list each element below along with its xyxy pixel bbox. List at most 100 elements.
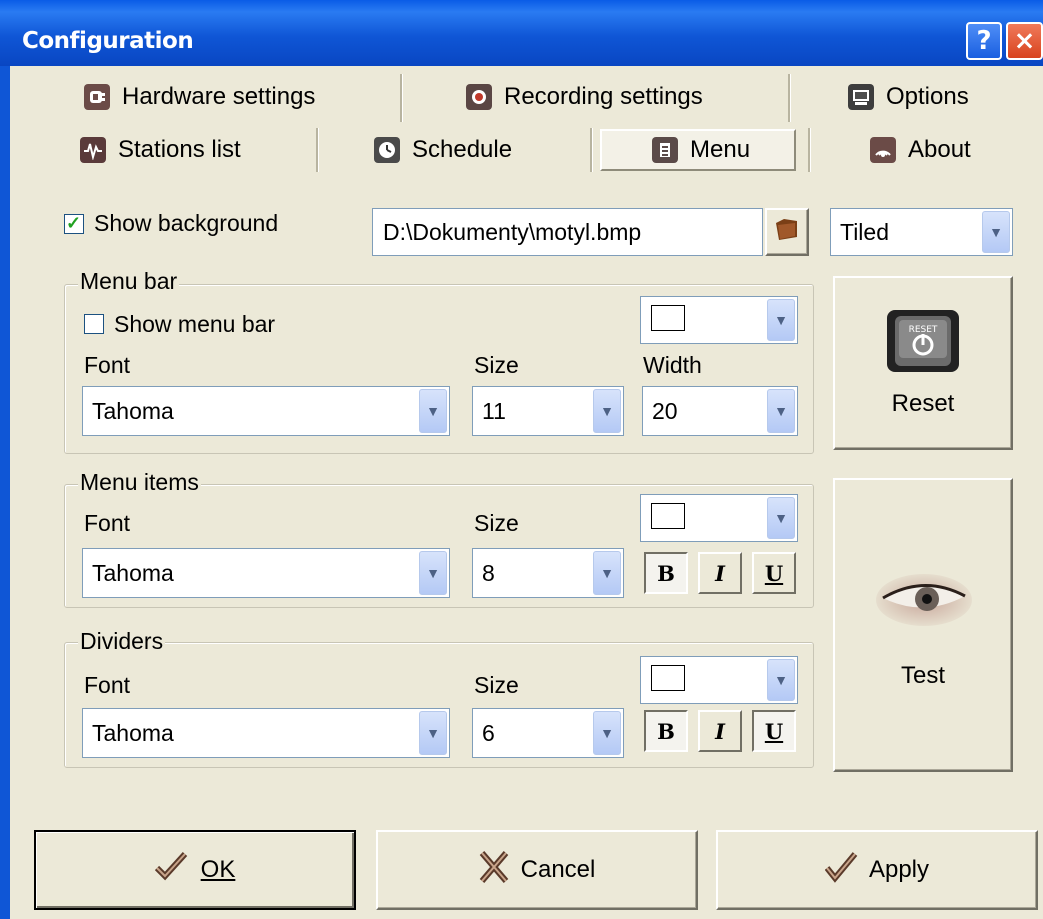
clock-icon bbox=[374, 137, 400, 163]
title-bar: Configuration ? × bbox=[0, 0, 1043, 66]
ok-label: OK bbox=[200, 856, 236, 883]
tab-divider bbox=[316, 128, 319, 172]
window-title: Configuration bbox=[22, 28, 194, 54]
tab-stations-list[interactable]: Stations list bbox=[80, 135, 241, 165]
dividers-font-label: Font bbox=[84, 672, 131, 698]
cross-icon bbox=[479, 850, 509, 891]
tab-divider bbox=[400, 74, 403, 122]
tab-hardware-settings[interactable]: Hardware settings bbox=[84, 82, 315, 112]
tab-menu[interactable]: Menu bbox=[600, 129, 797, 171]
menu-bar-size-select[interactable]: 11 ▼ bbox=[472, 386, 624, 436]
dividers-italic-button[interactable]: I bbox=[698, 710, 742, 752]
checkmark-icon: ✓ bbox=[66, 213, 82, 233]
ok-button[interactable]: OK bbox=[34, 830, 356, 910]
menu-bar-group-title: Menu bar bbox=[78, 268, 180, 295]
color-swatch bbox=[651, 305, 685, 331]
chevron-down-icon[interactable]: ▼ bbox=[593, 389, 621, 433]
chevron-down-icon[interactable]: ▼ bbox=[593, 551, 621, 595]
monitor-icon bbox=[848, 84, 874, 110]
menu-bar-width-select[interactable]: 20 ▼ bbox=[642, 386, 798, 436]
menu-items-italic-button[interactable]: I bbox=[698, 552, 742, 594]
menu-items-font-label: Font bbox=[84, 510, 131, 536]
reset-button[interactable]: RESET Reset bbox=[833, 276, 1013, 450]
browse-button[interactable] bbox=[765, 208, 809, 256]
font-value: Tahoma bbox=[92, 559, 174, 586]
folder-icon bbox=[773, 215, 801, 250]
cancel-button[interactable]: Cancel bbox=[376, 830, 698, 910]
dividers-color-select[interactable]: ▼ bbox=[640, 656, 798, 704]
chevron-down-icon[interactable]: ▼ bbox=[767, 299, 795, 341]
test-label: Test bbox=[900, 662, 945, 689]
waveform-icon bbox=[80, 137, 106, 163]
tab-label: Options bbox=[886, 83, 969, 110]
checkmark-icon bbox=[824, 850, 859, 891]
dividers-underline-button[interactable]: U bbox=[752, 710, 796, 752]
tab-label: Recording settings bbox=[504, 83, 703, 110]
menu-icon bbox=[652, 137, 678, 163]
show-background-label: Show background bbox=[94, 210, 279, 236]
font-value: Tahoma bbox=[92, 397, 174, 424]
chevron-down-icon[interactable]: ▼ bbox=[767, 497, 795, 539]
menu-bar-size-label: Size bbox=[474, 352, 519, 378]
menu-items-underline-button[interactable]: U bbox=[752, 552, 796, 594]
chevron-down-icon[interactable]: ▼ bbox=[767, 659, 795, 701]
close-button[interactable]: × bbox=[1006, 22, 1043, 60]
menu-items-size-label: Size bbox=[474, 510, 519, 536]
chevron-down-icon[interactable]: ▼ bbox=[593, 711, 621, 755]
menu-items-color-select[interactable]: ▼ bbox=[640, 494, 798, 542]
chevron-down-icon[interactable]: ▼ bbox=[419, 711, 447, 755]
checkmark-icon bbox=[154, 850, 189, 891]
tab-label: Stations list bbox=[118, 136, 241, 163]
menu-items-font-select[interactable]: Tahoma ▼ bbox=[82, 548, 450, 598]
tab-options[interactable]: Options bbox=[848, 82, 969, 112]
dividers-group-title: Dividers bbox=[78, 628, 166, 655]
help-button[interactable]: ? bbox=[966, 22, 1002, 60]
menu-items-size-select[interactable]: 8 ▼ bbox=[472, 548, 624, 598]
tab-label: About bbox=[908, 136, 971, 163]
menu-bar-color-select[interactable]: ▼ bbox=[640, 296, 798, 344]
chevron-down-icon[interactable]: ▼ bbox=[982, 211, 1010, 253]
font-value: Tahoma bbox=[92, 719, 174, 746]
background-path-input[interactable]: D:\Dokumenty\motyl.bmp bbox=[372, 208, 763, 256]
tab-schedule[interactable]: Schedule bbox=[374, 135, 512, 165]
test-button[interactable]: Test bbox=[833, 478, 1013, 772]
signal-icon bbox=[870, 137, 896, 163]
dividers-size-select[interactable]: 6 ▼ bbox=[472, 708, 624, 758]
plug-icon bbox=[84, 84, 110, 110]
menu-bar-width-label: Width bbox=[643, 352, 702, 378]
chevron-down-icon[interactable]: ▼ bbox=[767, 389, 795, 433]
tab-divider bbox=[590, 128, 593, 172]
show-menu-bar-checkbox[interactable] bbox=[84, 314, 104, 334]
size-value: 6 bbox=[482, 719, 495, 746]
menu-bar-font-label: Font bbox=[84, 352, 131, 378]
reset-icon-text: RESET bbox=[909, 325, 938, 335]
configuration-window: Configuration ? × Hardware settings Reco… bbox=[0, 0, 1043, 919]
reset-label: Reset bbox=[891, 390, 955, 417]
window-left-border bbox=[0, 66, 10, 919]
size-value: 11 bbox=[482, 397, 506, 424]
color-swatch bbox=[651, 665, 685, 691]
color-swatch bbox=[651, 503, 685, 529]
apply-button[interactable]: Apply bbox=[716, 830, 1038, 910]
tab-label: Menu bbox=[690, 136, 751, 163]
menu-items-group-title: Menu items bbox=[78, 469, 201, 496]
chevron-down-icon[interactable]: ▼ bbox=[419, 389, 447, 433]
tab-label: Hardware settings bbox=[122, 83, 316, 110]
menu-items-bold-button[interactable]: B bbox=[644, 552, 688, 594]
width-value: 20 bbox=[652, 397, 678, 424]
show-menu-bar-label: Show menu bar bbox=[114, 311, 276, 337]
dividers-bold-button[interactable]: B bbox=[644, 710, 688, 752]
chevron-down-icon[interactable]: ▼ bbox=[419, 551, 447, 595]
menu-bar-font-select[interactable]: Tahoma ▼ bbox=[82, 386, 450, 436]
dividers-font-select[interactable]: Tahoma ▼ bbox=[82, 708, 450, 758]
tab-about[interactable]: About bbox=[870, 135, 971, 165]
tab-label: Schedule bbox=[412, 136, 513, 163]
background-mode-select[interactable]: Tiled ▼ bbox=[830, 208, 1013, 256]
tab-recording-settings[interactable]: Recording settings bbox=[466, 82, 703, 112]
dividers-size-label: Size bbox=[474, 672, 519, 698]
show-background-checkbox[interactable]: ✓ bbox=[64, 214, 84, 234]
tab-divider bbox=[788, 74, 791, 122]
apply-label: Apply bbox=[868, 856, 930, 883]
record-icon bbox=[466, 84, 492, 110]
background-mode-value: Tiled bbox=[840, 218, 889, 245]
